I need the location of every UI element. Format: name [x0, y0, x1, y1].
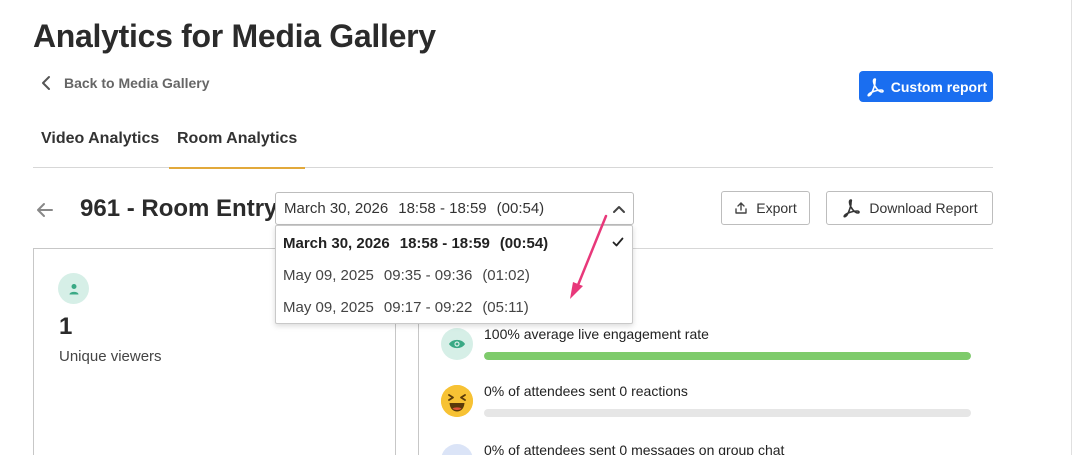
progress-fill	[484, 352, 971, 360]
progress-bar	[484, 352, 971, 360]
export-button[interactable]: Export	[721, 191, 810, 225]
metric-label: 0% of attendees sent 0 messages on group…	[484, 442, 785, 455]
unique-viewers-count: 1	[59, 313, 73, 340]
tab-video-analytics[interactable]: Video Analytics	[41, 130, 159, 168]
chevron-left-icon	[42, 76, 50, 90]
session-option[interactable]: May 09, 2025 09:35 - 09:36 (01:02)	[276, 259, 632, 291]
arrow-left-icon[interactable]	[34, 199, 56, 221]
unique-viewers-label: Unique viewers	[59, 348, 162, 365]
laughing-emoji-icon	[441, 385, 473, 417]
analytics-tabs: Video Analytics Room Analytics	[33, 118, 993, 169]
back-to-gallery-link[interactable]: Back to Media Gallery	[40, 74, 210, 92]
selected-session-time: 18:58 - 18:59	[398, 200, 487, 217]
pdf-icon	[867, 77, 884, 96]
page-title: Analytics for Media Gallery	[33, 18, 436, 54]
export-label: Export	[756, 200, 797, 216]
tab-room-analytics[interactable]: Room Analytics	[169, 130, 306, 169]
room-title: 961 - Room Entry	[80, 195, 278, 222]
download-report-button[interactable]: Download Report	[826, 191, 993, 225]
session-dropdown-menu: March 30, 2026 18:58 - 18:59 (00:54) May…	[275, 225, 633, 324]
chat-icon	[441, 444, 473, 455]
metric-label: 0% of attendees sent 0 reactions	[484, 383, 688, 399]
custom-report-button[interactable]: Custom report	[859, 71, 993, 102]
selected-session-duration: (00:54)	[496, 200, 545, 217]
session-option[interactable]: March 30, 2026 18:58 - 18:59 (00:54)	[276, 227, 632, 259]
user-icon	[58, 273, 89, 304]
eye-icon	[441, 328, 473, 360]
session-select[interactable]: March 30, 2026 18:58 - 18:59 (00:54)	[275, 192, 634, 225]
selected-session-date: March 30, 2026	[284, 200, 389, 217]
metric-label: 100% average live engagement rate	[484, 326, 709, 342]
pdf-icon	[843, 199, 861, 218]
chevron-up-icon	[613, 206, 625, 213]
session-option[interactable]: May 09, 2025 09:17 - 09:22 (05:11)	[276, 291, 632, 323]
upload-icon	[735, 202, 747, 214]
download-report-label: Download Report	[869, 200, 978, 216]
progress-bar	[484, 409, 971, 417]
checkmark-icon	[612, 237, 624, 247]
custom-report-label: Custom report	[890, 78, 988, 95]
back-link-label: Back to Media Gallery	[64, 75, 210, 91]
